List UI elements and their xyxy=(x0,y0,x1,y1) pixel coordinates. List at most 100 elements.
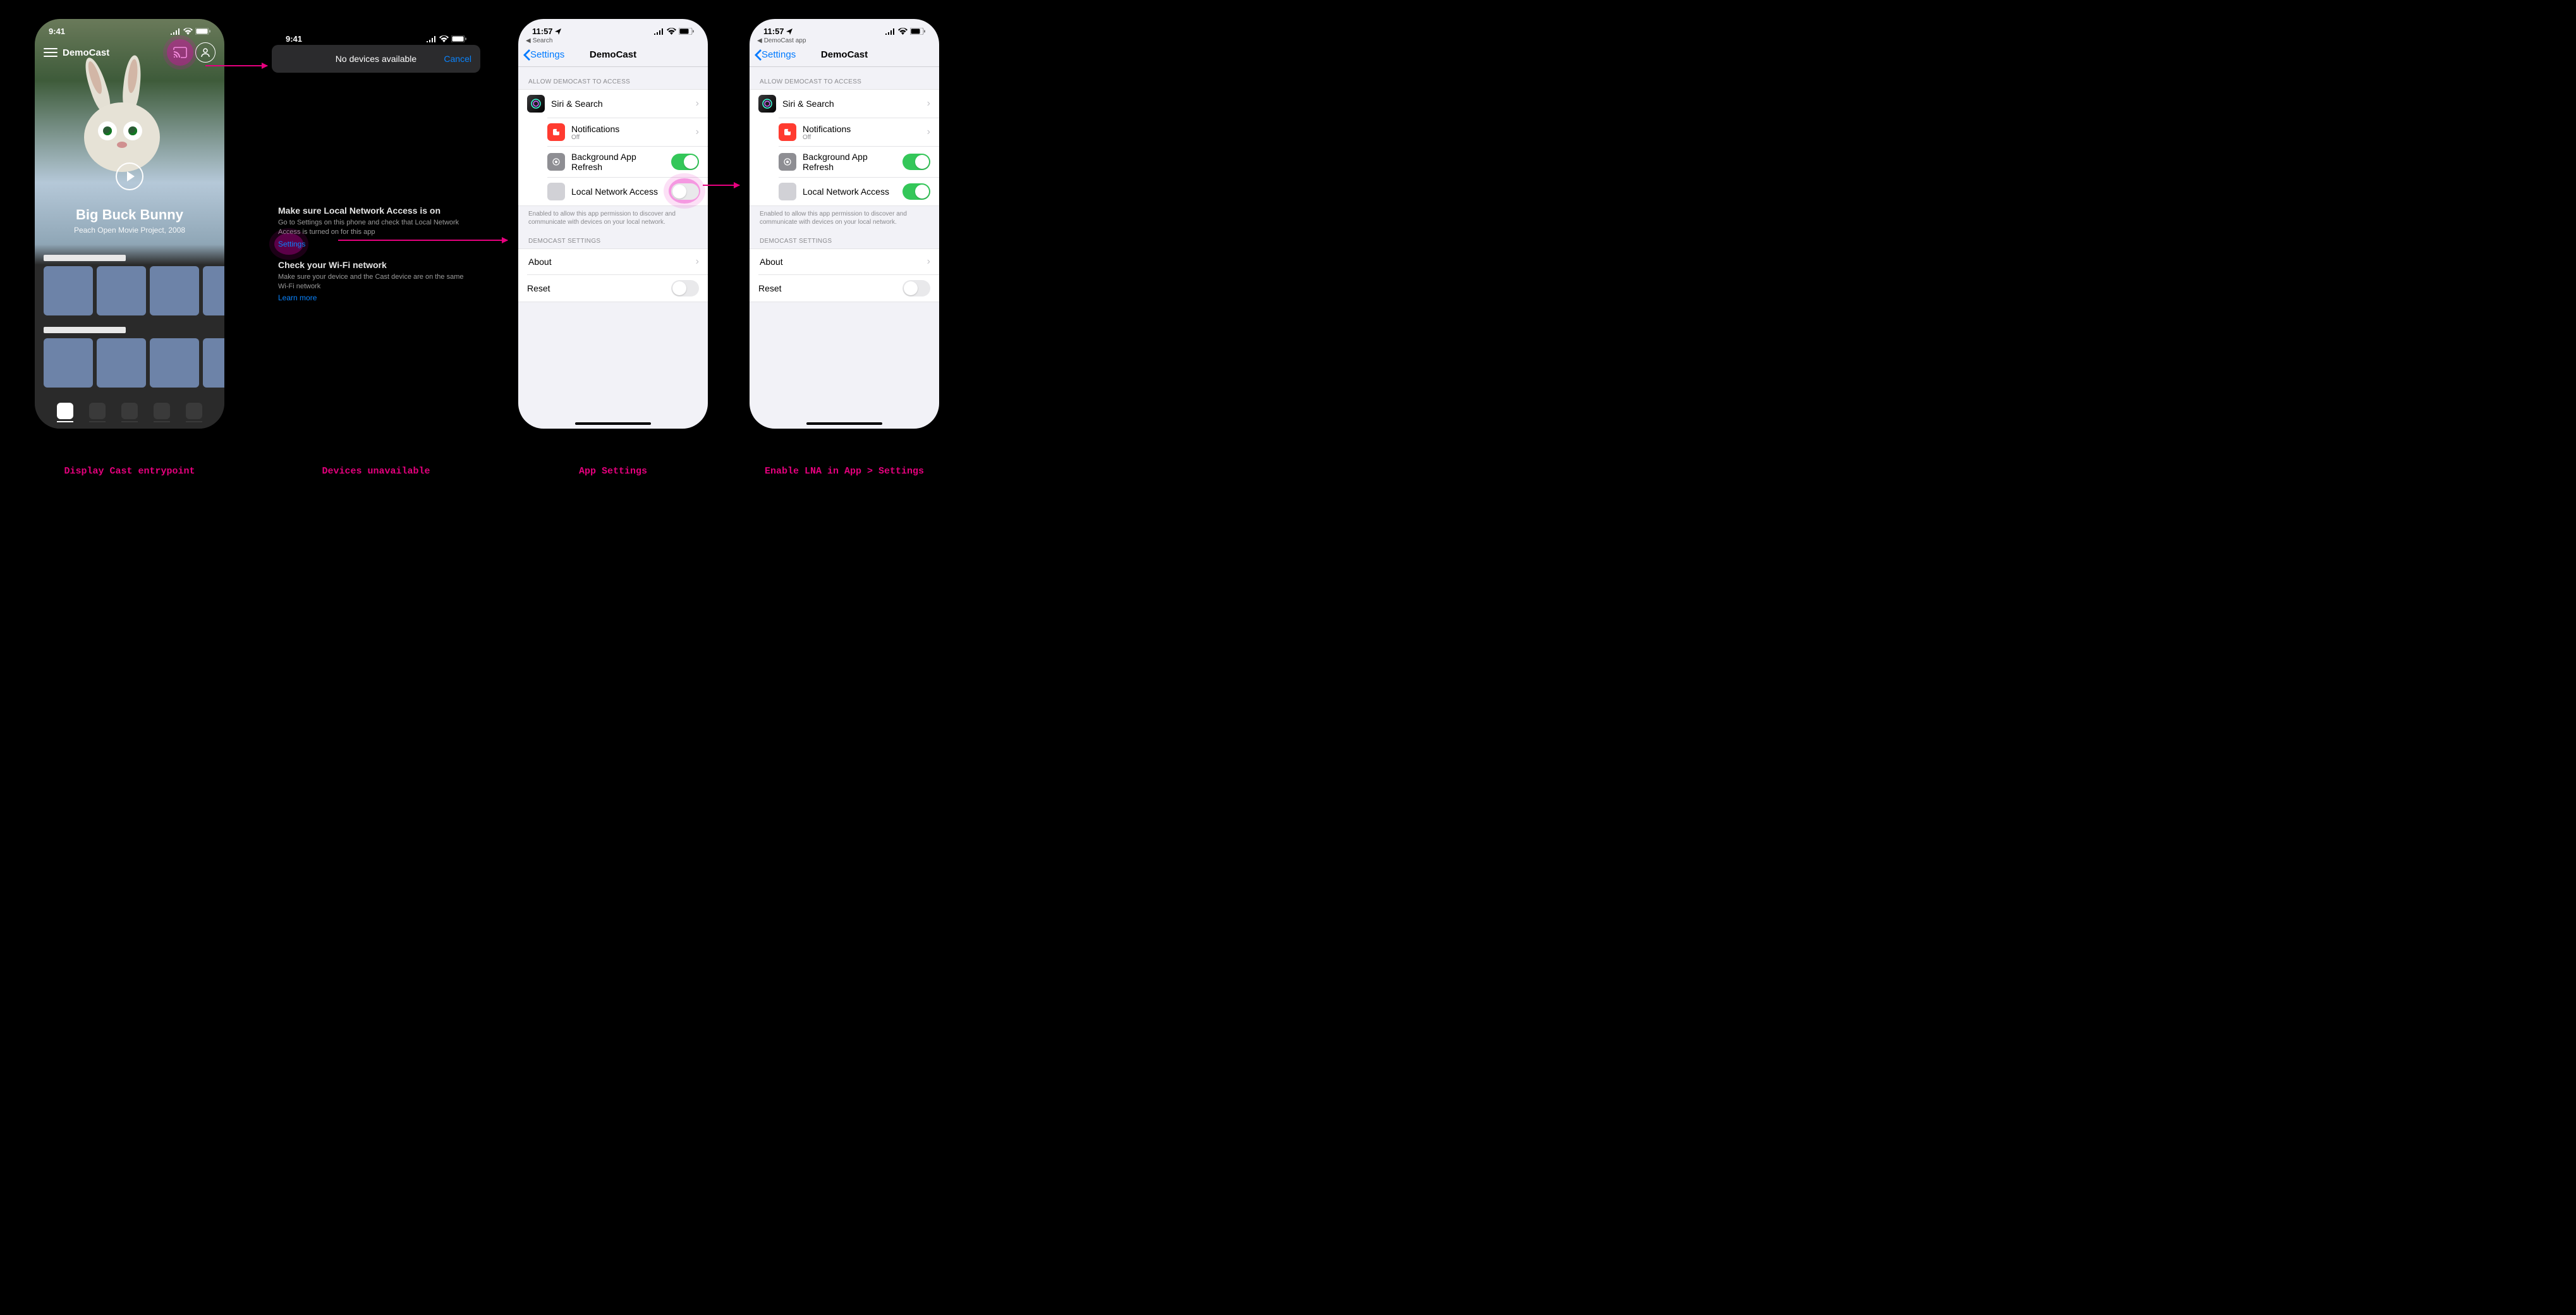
cell-local-network-access[interactable]: Local Network Access xyxy=(547,177,708,205)
chevron-right-icon: › xyxy=(927,256,930,267)
tip-wifi-heading: Check your Wi-Fi network xyxy=(278,260,474,270)
home-indicator xyxy=(575,422,651,425)
hero-title: Big Buck Bunny xyxy=(41,207,218,223)
lna-toggle[interactable] xyxy=(671,183,699,200)
lna-toggle[interactable] xyxy=(902,183,930,200)
bg-refresh-toggle[interactable] xyxy=(671,154,699,170)
caption: Enable LNA in App > Settings xyxy=(750,466,939,477)
cell-about[interactable]: About › xyxy=(518,249,708,274)
hero-subtitle: Peach Open Movie Project, 2008 xyxy=(41,226,218,235)
tab-item[interactable] xyxy=(57,403,73,422)
thumbnail[interactable] xyxy=(203,266,224,315)
status-time: 9:41 xyxy=(286,34,302,44)
cell-siri-search[interactable]: Siri & Search › xyxy=(518,90,708,118)
battery-icon xyxy=(451,35,466,42)
tip-wifi-body: Make sure your device and the Cast devic… xyxy=(278,272,474,291)
screen-no-devices: 9:41 No devices available Cancel Make su… xyxy=(272,27,480,303)
status-time: 11:57 xyxy=(763,27,784,36)
row-label-placeholder xyxy=(44,327,126,333)
thumbnail[interactable] xyxy=(150,266,199,315)
wifi-icon xyxy=(667,28,676,35)
lna-icon xyxy=(779,183,796,200)
section-header-app: DEMOCAST SETTINGS xyxy=(518,226,708,248)
reset-toggle[interactable] xyxy=(902,280,930,297)
section-header-access: ALLOW DEMOCAST TO ACCESS xyxy=(750,67,939,89)
statusbar: 11:57 xyxy=(518,19,708,37)
hero-illustration xyxy=(66,68,193,169)
cellular-icon xyxy=(885,28,896,35)
nav-title: DemoCast xyxy=(590,49,636,60)
bg-refresh-toggle[interactable] xyxy=(902,154,930,170)
tab-item[interactable] xyxy=(89,403,106,422)
chevron-right-icon: › xyxy=(927,126,930,138)
learn-more-link[interactable]: Learn more xyxy=(278,293,317,302)
location-icon xyxy=(786,28,793,35)
thumbnail[interactable] xyxy=(97,266,146,315)
cell-notifications[interactable]: NotificationsOff › xyxy=(547,118,708,146)
cell-notifications[interactable]: NotificationsOff › xyxy=(779,118,939,146)
caption: App Settings xyxy=(518,466,708,477)
thumbnail[interactable] xyxy=(203,338,224,388)
chevron-left-icon: ◀ xyxy=(526,37,531,44)
status-time: 9:41 xyxy=(49,27,65,36)
menu-icon[interactable] xyxy=(44,48,58,57)
cell-local-network-access[interactable]: Local Network Access xyxy=(779,177,939,205)
thumbnail-row[interactable] xyxy=(35,338,224,388)
cellular-icon xyxy=(427,36,437,42)
statusbar: 9:41 xyxy=(272,27,480,45)
thumbnail-row[interactable] xyxy=(35,266,224,315)
section-header-access: ALLOW DEMOCAST TO ACCESS xyxy=(518,67,708,89)
lna-footer-note: Enabled to allow this app permission to … xyxy=(750,206,939,226)
cell-reset[interactable]: Reset xyxy=(758,274,939,302)
cell-about[interactable]: About › xyxy=(750,249,939,274)
breadcrumb-back[interactable]: ◀Search xyxy=(518,37,708,46)
flow-arrow xyxy=(703,185,739,186)
tip-lna-body: Go to Settings on this phone and check t… xyxy=(278,218,474,237)
battery-icon xyxy=(910,28,925,35)
siri-icon xyxy=(758,95,776,113)
cast-button[interactable] xyxy=(170,42,190,63)
cellular-icon xyxy=(654,28,664,35)
thumbnail[interactable] xyxy=(97,338,146,388)
thumbnail[interactable] xyxy=(150,338,199,388)
cell-background-refresh[interactable]: Background App Refresh xyxy=(547,146,708,177)
caption: Display Cast entrypoint xyxy=(35,466,224,477)
back-button[interactable]: Settings xyxy=(755,49,796,61)
row-label-placeholder xyxy=(44,255,126,261)
tab-item[interactable] xyxy=(121,403,138,422)
home-indicator xyxy=(806,422,882,425)
siri-icon xyxy=(527,95,545,113)
notifications-icon xyxy=(779,123,796,141)
chevron-left-icon xyxy=(755,49,762,61)
cell-reset[interactable]: Reset xyxy=(527,274,708,302)
cell-background-refresh[interactable]: Background App Refresh xyxy=(779,146,939,177)
profile-button[interactable] xyxy=(195,42,216,63)
tabbar xyxy=(35,403,224,422)
statusbar: 9:41 xyxy=(35,19,224,37)
lna-icon xyxy=(547,183,565,200)
notifications-icon xyxy=(547,123,565,141)
breadcrumb-back[interactable]: ◀DemoCast app xyxy=(750,37,939,46)
thumbnail[interactable] xyxy=(44,266,93,315)
battery-icon xyxy=(679,28,694,35)
gear-icon xyxy=(779,153,796,171)
screen-democast-app: 9:41 DemoCast xyxy=(35,19,224,429)
thumbnail[interactable] xyxy=(44,338,93,388)
screen-app-settings-lna-off: 11:57 ◀Search Settings DemoCast ALLOW DE… xyxy=(518,19,708,429)
tab-item[interactable] xyxy=(154,403,170,422)
wifi-icon xyxy=(439,35,449,42)
section-header-app: DEMOCAST SETTINGS xyxy=(750,226,939,248)
cancel-button[interactable]: Cancel xyxy=(444,54,471,64)
status-time: 11:57 xyxy=(532,27,553,36)
cell-siri-search[interactable]: Siri & Search › xyxy=(750,90,939,118)
play-button[interactable] xyxy=(116,162,143,190)
cellular-icon xyxy=(171,28,181,35)
gear-icon xyxy=(547,153,565,171)
chevron-right-icon: › xyxy=(696,256,699,267)
reset-toggle[interactable] xyxy=(671,280,699,297)
settings-link[interactable]: Settings xyxy=(278,240,305,248)
chevron-right-icon: › xyxy=(696,98,699,109)
tab-item[interactable] xyxy=(186,403,202,422)
cast-sheet-header: No devices available Cancel xyxy=(272,45,480,73)
back-button[interactable]: Settings xyxy=(523,49,564,61)
